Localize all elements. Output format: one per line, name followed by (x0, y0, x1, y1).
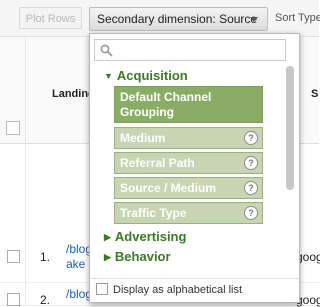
category-advertising[interactable]: ▶ Advertising (104, 229, 186, 244)
help-icon[interactable]: ? (244, 131, 258, 145)
collapsed-triangle-icon: ▶ (104, 232, 111, 242)
dimension-label: Traffic Type (120, 206, 187, 220)
collapsed-triangle-icon: ▶ (104, 252, 111, 262)
category-advertising-label: Advertising (114, 229, 187, 244)
dimension-referral-path[interactable]: Referral Path ? (114, 152, 263, 174)
help-icon[interactable]: ? (244, 181, 258, 195)
dimension-default-channel-grouping[interactable]: Default Channel Grouping (114, 86, 263, 123)
secondary-dimension-label: Secondary dimension: Source (97, 12, 258, 26)
alphabetical-list-option[interactable]: Display as alphabetical list (96, 283, 242, 296)
dropdown-divider (90, 278, 299, 279)
dimension-traffic-type[interactable]: Traffic Type ? (114, 202, 263, 224)
expanded-triangle-icon: ▼ (104, 71, 113, 81)
alphabetical-list-checkbox[interactable] (96, 283, 108, 295)
alphabetical-list-label: Display as alphabetical list (113, 284, 243, 296)
select-all-checkbox[interactable] (6, 121, 20, 135)
search-icon (100, 44, 113, 57)
landing-page-link-continued[interactable]: ake (66, 257, 85, 271)
sort-type-label[interactable]: Sort Type (275, 12, 320, 24)
chevron-down-icon (250, 17, 258, 22)
category-behavior-label: Behavior (114, 249, 171, 264)
dimension-source-medium[interactable]: Source / Medium ? (114, 177, 263, 199)
help-icon[interactable]: ? (244, 206, 258, 220)
category-acquisition[interactable]: ▼ Acquisition (104, 68, 188, 83)
dimension-search-input[interactable] (94, 39, 286, 61)
secondary-dimension-dropdown: ▼ Acquisition Default Channel Grouping Me… (89, 33, 300, 303)
category-acquisition-label: Acquisition (116, 68, 188, 83)
source-column-header[interactable]: S (311, 88, 318, 100)
dropdown-scrollbar[interactable] (286, 66, 294, 190)
plot-rows-button[interactable]: Plot Rows (19, 7, 82, 29)
row-checkbox[interactable] (7, 250, 20, 263)
dimension-label-line1: Default Channel (120, 90, 212, 104)
secondary-dimension-button[interactable]: Secondary dimension: Source (89, 7, 268, 31)
row-checkbox[interactable] (7, 293, 20, 306)
dimension-label: Medium (120, 131, 166, 145)
report-toolbar: Plot Rows Secondary dimension: Source So… (0, 0, 320, 37)
help-icon[interactable]: ? (244, 156, 258, 170)
row-number: 1. (40, 250, 51, 264)
dimension-label: Source / Medium (120, 181, 217, 195)
dimension-label-line2: Grouping (120, 105, 174, 119)
dimension-label: Referral Path (120, 156, 195, 170)
dimension-medium[interactable]: Medium ? (114, 127, 263, 149)
category-behavior[interactable]: ▶ Behavior (104, 249, 171, 264)
